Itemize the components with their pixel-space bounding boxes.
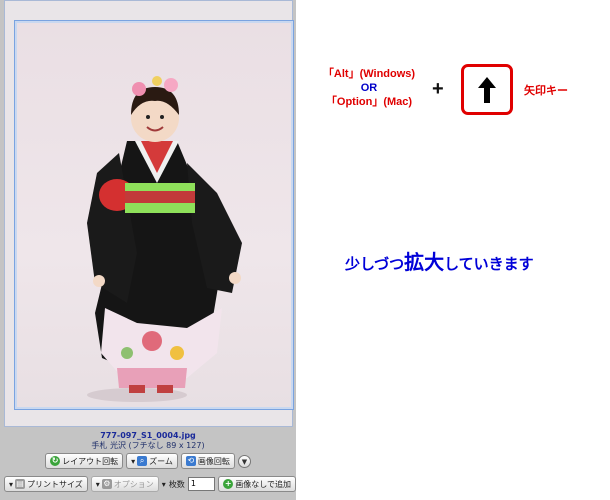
modifier-key-text: 「Alt」(Windows) OR 「Option」(Mac)	[304, 67, 434, 109]
layout-rotate-icon: ↻	[50, 456, 61, 466]
up-arrow-key	[461, 64, 513, 115]
zoom-label: ズーム	[149, 456, 173, 466]
arrow-key-label: 矢印キー	[524, 85, 568, 97]
preview-canvas	[4, 0, 294, 427]
print-size-button[interactable]: ▾ ▤ プリントサイズ	[4, 476, 88, 492]
dropdown-icon: ▾	[9, 479, 14, 489]
layout-rotate-button[interactable]: ↻ レイアウト回転	[45, 453, 124, 469]
zoom-button[interactable]: ▾ ⌕ ズーム	[126, 453, 178, 469]
options-label: オプション	[113, 479, 154, 489]
image-rotate-label: 画像回転	[197, 456, 230, 466]
kimono-girl-illustration	[87, 76, 242, 402]
zoom-text-big: 拡大	[404, 252, 445, 274]
zoom-icon: ⌕	[137, 456, 148, 466]
dropdown-icon: ▾	[95, 479, 100, 489]
image-rotate-button[interactable]: ⟲ 画像回転	[180, 453, 235, 469]
up-arrow-icon	[478, 76, 496, 103]
file-info: 777-097_S1_0004.jpg 手札 光沢 (フチなし 89 x 127…	[0, 431, 296, 451]
layout-rotate-label: レイアウト回転	[62, 456, 119, 466]
count-dropdown-icon[interactable]: ▾	[162, 480, 166, 489]
dropdown-icon: ▾	[131, 456, 136, 466]
alt-key-text: 「Alt」(Windows)	[322, 68, 416, 80]
photo-frame[interactable]	[14, 20, 294, 410]
or-text: OR	[360, 82, 378, 94]
zoom-instruction: 少しづつ拡大していきます	[345, 246, 534, 275]
count-input[interactable]: 1	[187, 477, 216, 491]
count-label: 枚数	[168, 479, 185, 489]
options-button[interactable]: ▾ ⚙ オプション	[90, 476, 159, 492]
add-icon: +	[223, 479, 234, 489]
photo-image	[17, 23, 291, 407]
add-without-image-button[interactable]: + 画像なしで追加	[218, 476, 296, 492]
toolbar-row-2: ▾ ▤ プリントサイズ ▾ ⚙ オプション ▾ 枚数 1 + 画像なしで追加	[0, 476, 296, 492]
zoom-text-2: していきます	[444, 256, 534, 273]
photo-editor-panel: 777-097_S1_0004.jpg 手札 光沢 (フチなし 89 x 127…	[0, 0, 296, 500]
print-size-icon: ▤	[15, 479, 26, 489]
print-size-label: プリントサイズ	[27, 479, 83, 489]
image-rotate-icon: ⟲	[185, 456, 196, 466]
image-rotate-dropdown[interactable]: ▼	[237, 454, 251, 468]
options-icon: ⚙	[101, 479, 112, 489]
toolbar-row-1: ↻ レイアウト回転 ▾ ⌕ ズーム ⟲ 画像回転 ▼	[0, 453, 296, 469]
plus-sign: +	[432, 78, 444, 100]
print-details: 手札 光沢 (フチなし 89 x 127)	[91, 441, 205, 450]
add-without-image-label: 画像なしで追加	[235, 479, 291, 489]
option-key-text: 「Option」(Mac)	[325, 96, 413, 108]
file-name: 777-097_S1_0004.jpg	[100, 431, 196, 440]
zoom-text-1: 少しづつ	[345, 256, 405, 273]
